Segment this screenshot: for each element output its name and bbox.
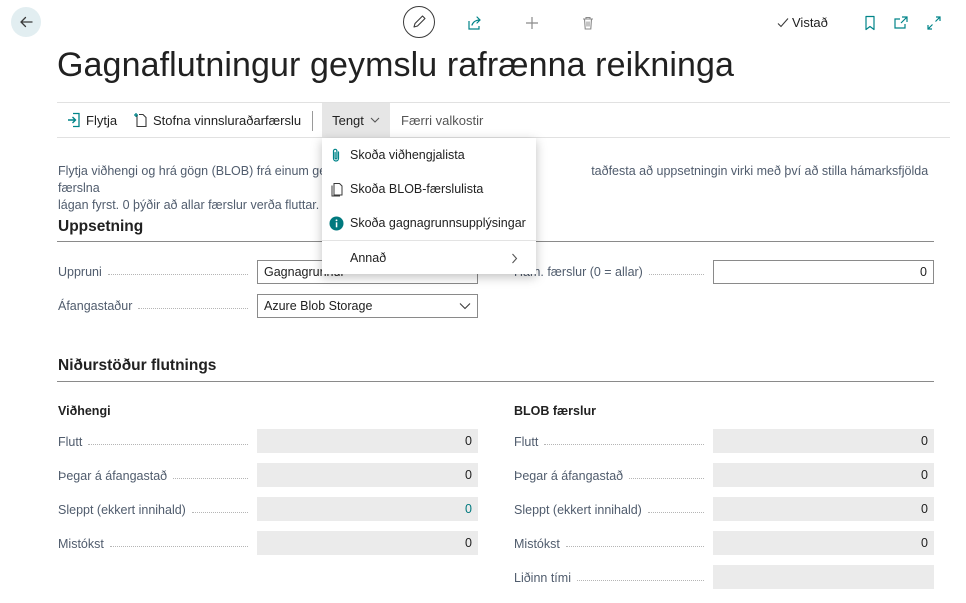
max-records-input[interactable]: 0 <box>713 260 934 284</box>
destination-label: Áfangastaður <box>58 299 248 313</box>
move-icon <box>67 112 81 128</box>
menu-item-view-attachments[interactable]: Skoða viðhengjalista <box>322 138 536 172</box>
related-label: Tengt <box>332 112 364 128</box>
create-job-queue-entry-action[interactable]: Stofna vinnsluraðarfærslu <box>134 103 301 137</box>
expand-icon <box>926 15 942 31</box>
plus-icon <box>524 15 540 31</box>
chevron-down-icon <box>459 302 471 310</box>
create-job-label: Stofna vinnsluraðarfærslu <box>153 112 302 128</box>
blob-failed-value: 0 <box>713 531 934 555</box>
blob-moved-label: Flutt <box>514 435 704 449</box>
max-records-label: Hám. færslur (0 = allar) <box>514 265 704 279</box>
blob-skipped-label: Sleppt (ekkert innihald) <box>514 503 704 517</box>
delete-button[interactable] <box>579 14 597 32</box>
attachments-existing-value: 0 <box>257 463 478 487</box>
related-dropdown-menu: Skoða viðhengjalista Skoða BLOB-færsluli… <box>322 138 536 274</box>
attachments-failed-value: 0 <box>257 531 478 555</box>
share-icon <box>467 15 483 31</box>
edit-button[interactable] <box>403 6 435 38</box>
move-label: Flytja <box>86 112 118 128</box>
menu-item-view-blob-list[interactable]: Skoða BLOB-færslulista <box>322 172 536 206</box>
paperclip-icon <box>322 148 350 163</box>
results-heading: Niðurstöður flutnings <box>58 357 217 374</box>
destination-select[interactable]: Azure Blob Storage <box>257 294 478 318</box>
move-action[interactable]: Flytja <box>67 103 117 137</box>
blob-existing-label: Þegar á áfangastað <box>514 469 704 483</box>
fewer-options-button[interactable]: Færri valkostir <box>401 103 483 137</box>
menu-item-other[interactable]: Annað <box>322 241 536 275</box>
action-bar: Flytja Stofna vinnsluraðarfærslu Tengt F… <box>57 102 950 138</box>
related-menu-button[interactable]: Tengt <box>322 103 390 137</box>
expand-button[interactable] <box>926 15 942 31</box>
open-in-new-window-icon <box>893 15 909 31</box>
blob-heading: BLOB færslur <box>514 404 596 418</box>
blob-moved-value: 0 <box>713 429 934 453</box>
saved-label: Vistað <box>792 15 828 30</box>
menu-item-view-database-info[interactable]: Skoða gagnagrunnsupplýsingar <box>322 206 536 240</box>
elapsed-time-value <box>713 565 934 589</box>
attachments-skipped-value[interactable]: 0 <box>257 497 478 521</box>
back-button[interactable] <box>11 7 41 37</box>
document-icon <box>322 182 350 197</box>
blob-skipped-value: 0 <box>713 497 934 521</box>
check-icon <box>776 16 790 30</box>
arrow-left-icon <box>18 14 34 30</box>
attachments-heading: Viðhengi <box>58 404 111 418</box>
attachments-moved-value: 0 <box>257 429 478 453</box>
attachments-failed-label: Mistókst <box>58 537 248 551</box>
bookmark-icon <box>863 15 877 31</box>
new-button[interactable] <box>523 14 541 32</box>
attachments-existing-label: Þegar á áfangastað <box>58 469 248 483</box>
elapsed-time-label: Liðinn tími <box>514 571 704 585</box>
attachments-skipped-label: Sleppt (ekkert innihald) <box>58 503 248 517</box>
setup-heading: Uppsetning <box>58 218 144 235</box>
trash-icon <box>580 15 596 31</box>
open-new-window-button[interactable] <box>893 15 909 31</box>
chevron-right-icon <box>511 253 536 264</box>
results-divider <box>57 381 934 382</box>
action-separator <box>312 111 313 131</box>
saved-indicator: Vistað <box>776 15 828 30</box>
bookmark-button[interactable] <box>862 15 878 31</box>
new-document-icon <box>134 112 148 128</box>
info-icon <box>322 216 350 231</box>
pencil-icon <box>411 14 427 30</box>
chevron-down-icon <box>370 116 380 124</box>
attachments-moved-label: Flutt <box>58 435 248 449</box>
share-button[interactable] <box>466 14 484 32</box>
blob-existing-value: 0 <box>713 463 934 487</box>
source-label: Uppruni <box>58 265 248 279</box>
blob-failed-label: Mistókst <box>514 537 704 551</box>
page-title: Gagnaflutningur geymslu rafrænna reiknin… <box>57 46 735 84</box>
